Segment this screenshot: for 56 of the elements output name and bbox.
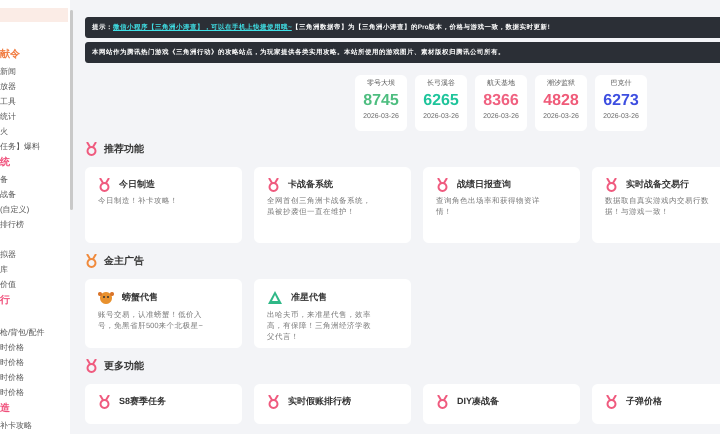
sidebar-link[interactable]: 时价格 <box>0 355 70 370</box>
feature-card[interactable]: DIY凑战备 <box>423 384 580 424</box>
stat-value: 8745 <box>363 90 399 110</box>
sidebar-link[interactable]: 火 <box>0 124 70 139</box>
sidebar-link[interactable]: 拟器 <box>0 247 70 262</box>
sidebar-link[interactable]: 排行榜 <box>0 217 70 232</box>
sidebar-link[interactable]: 备 <box>0 172 70 187</box>
sidebar-highlight <box>0 8 68 22</box>
scrollbar[interactable] <box>70 10 73 210</box>
feature-card[interactable]: 实时假账排行榜 <box>254 384 411 424</box>
sidebar-link[interactable]: 补卡攻略 <box>0 418 70 433</box>
sidebar-link[interactable]: 库 <box>0 262 70 277</box>
stat-value: 4828 <box>543 90 579 110</box>
medal-icon <box>605 178 618 192</box>
sidebar-heading: 造 <box>0 402 11 416</box>
sidebar-link[interactable]: 放器 <box>0 79 70 94</box>
card-title: S8赛季任务 <box>119 395 166 408</box>
section-heading: 推荐功能 <box>104 142 144 156</box>
medal-icon <box>267 395 280 409</box>
sidebar-link[interactable]: 新闻 <box>0 64 70 79</box>
medal-icon <box>605 395 618 409</box>
card-title: 今日制造 <box>119 178 155 192</box>
section-heading: 金主广告 <box>104 254 144 268</box>
stat-value: 8366 <box>483 90 519 110</box>
sidebar-link[interactable]: 时价格 <box>0 340 70 355</box>
pyramid-icon <box>267 290 283 306</box>
medal-icon <box>267 178 280 192</box>
card-title: 实时假账排行榜 <box>288 395 351 408</box>
card-title: 卡战备系统 <box>288 178 333 192</box>
section-heading: 更多功能 <box>104 360 144 374</box>
sidebar-link[interactable]: 价值 <box>0 277 70 292</box>
sidebar-link[interactable]: 任务】爆料 <box>0 139 70 154</box>
card-title: 螃蟹代售 <box>122 291 158 304</box>
sidebar-link[interactable]: 统计 <box>0 109 70 124</box>
feature-card[interactable]: 子弹价格 <box>592 384 720 424</box>
medal-icon <box>98 395 111 409</box>
stat-value: 6273 <box>603 90 639 110</box>
sidebar-heading: 统 <box>0 156 11 170</box>
card-title: DIY凑战备 <box>457 395 500 408</box>
feature-card[interactable]: S8赛季任务 <box>85 384 242 424</box>
stat-value: 6265 <box>423 90 459 110</box>
medal-icon <box>436 395 449 409</box>
card-title: 子弹价格 <box>626 395 662 408</box>
sidebar-heading: 献令 <box>0 48 21 62</box>
sidebar-link[interactable]: 工具 <box>0 94 70 109</box>
card-title: 实时战备交易行 <box>626 178 689 192</box>
sidebar-heading: 行 <box>0 294 11 308</box>
card-title: 准星代售 <box>291 291 327 304</box>
card-title: 战绩日报查询 <box>457 178 511 192</box>
sidebar-link[interactable]: 枪/背包/配件 <box>0 325 70 340</box>
sidebar-link[interactable]: (自定义) <box>0 202 70 217</box>
sidebar-link[interactable]: 时价格 <box>0 385 70 400</box>
medal-icon <box>98 178 111 192</box>
sidebar-link[interactable]: 战备 <box>0 187 70 202</box>
sidebar-link[interactable]: 时价格 <box>0 370 70 385</box>
medal-icon <box>436 178 449 192</box>
